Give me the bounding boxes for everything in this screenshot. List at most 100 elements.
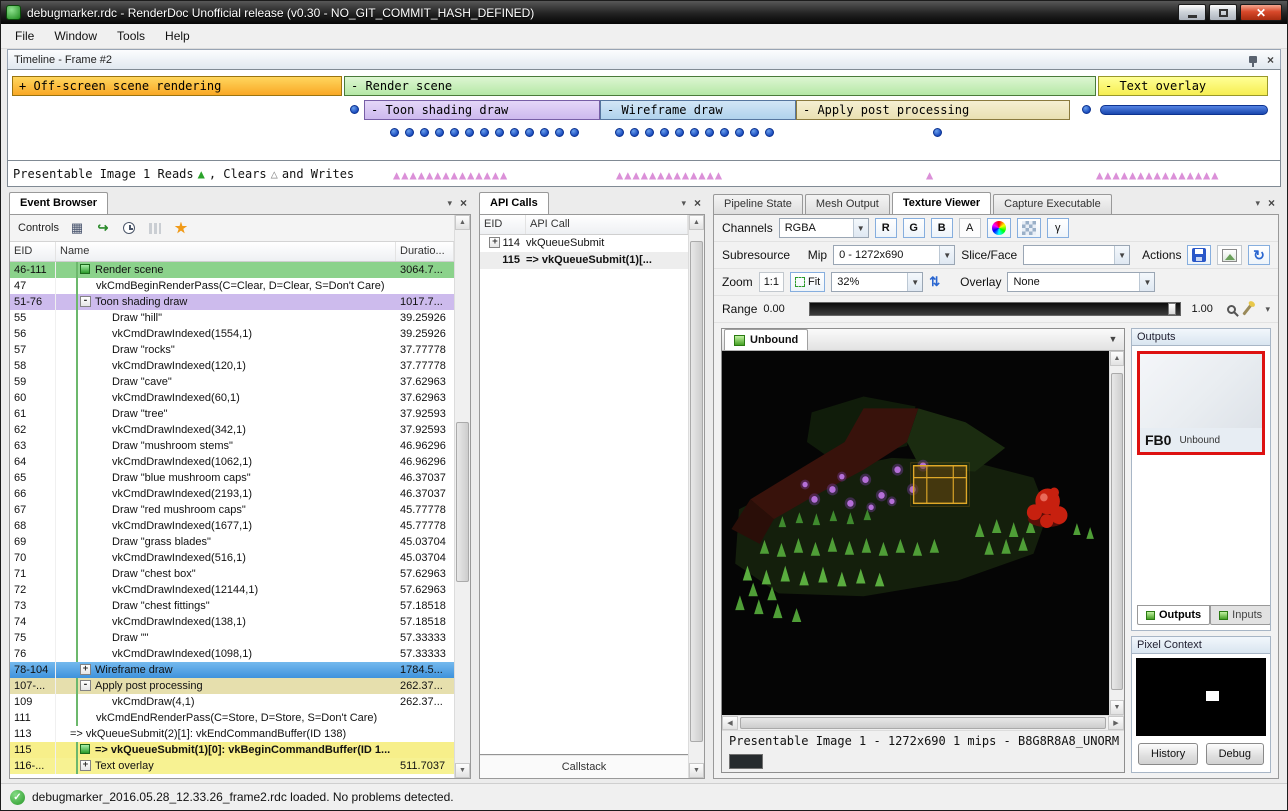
expander-icon[interactable]: - [80,296,91,307]
pin-icon[interactable] [1249,56,1257,63]
clear-triangle-icon[interactable]: △ [271,168,278,180]
menu-item[interactable]: File [5,25,44,47]
event-row[interactable]: 63 Draw "mushroom stems" 46.96296 [10,438,454,454]
alpha-channel-button[interactable]: A [959,218,981,238]
panel-close-icon[interactable]: × [460,197,467,209]
colorwheel-button[interactable] [987,218,1011,238]
tab-event-browser[interactable]: Event Browser [9,192,108,214]
texture-vertical-scrollbar[interactable]: ▲ ▼ [1109,351,1124,715]
event-row[interactable]: 71 Draw "chest box" 57.62963 [10,566,454,582]
event-row[interactable]: 69 Draw "grass blades" 45.03704 [10,534,454,550]
open-image-button[interactable] [1217,245,1242,265]
event-row[interactable]: 61 Draw "tree" 37.92593 [10,406,454,422]
range-slider[interactable] [809,302,1181,316]
event-row[interactable]: 75 Draw "" 57.33333 [10,630,454,646]
dock-tab[interactable]: Pipeline State [713,194,803,214]
writes-triangle-group[interactable]: ▲▲▲▲▲▲▲▲▲▲▲▲▲▲▲ [1096,169,1220,181]
texture-tab-unbound[interactable]: Unbound [724,329,808,350]
event-row[interactable]: 72 vkCmdDrawIndexed(12144,1) 57.62963 [10,582,454,598]
event-row[interactable]: 109 vkCmdDraw(4,1) 262.37... [10,694,454,710]
column-duration[interactable]: Duratio... [396,242,454,261]
close-button[interactable]: ✕ [1240,4,1282,21]
pixel-context-view[interactable] [1136,658,1266,736]
timeline-bar-toon-shading[interactable]: - Toon shading draw [364,100,600,120]
timeline-toggle-icon[interactable]: ▦ [69,220,85,236]
scrollbar-thumb[interactable] [740,717,1106,729]
dock-tab[interactable]: Texture Viewer [892,192,991,214]
column-api-call[interactable]: API Call [526,215,688,234]
callstack-section[interactable]: Callstack [480,754,688,778]
draw-marker-dot[interactable] [1082,105,1091,114]
menu-item[interactable]: Help [155,25,200,47]
stats-icon[interactable] [147,220,163,236]
scroll-up-icon[interactable]: ▲ [455,215,470,230]
column-eid[interactable]: EID [480,215,526,234]
menu-item[interactable]: Window [44,25,107,47]
timeline-bar-text-overlay[interactable]: - Text overlay [1098,76,1268,96]
api-calls-scrollbar[interactable]: ▲ ▼ [688,215,704,778]
event-row[interactable]: 116-... +Text overlay 511.7037 [10,758,454,774]
read-triangle-icon[interactable]: ▲ [198,168,205,180]
scrollbar-thumb[interactable] [1111,373,1123,690]
writes-triangle-group[interactable]: ▲ [926,169,934,181]
event-row[interactable]: 57 Draw "rocks" 37.77778 [10,342,454,358]
event-row[interactable]: 115 => vkQueueSubmit(1)[0]: vkBeginComma… [10,742,454,758]
range-options-icon[interactable]: ▾ [1265,304,1270,315]
writes-triangle-group[interactable]: ▲▲▲▲▲▲▲▲▲▲▲▲▲▲ [393,169,508,181]
tab-inputs[interactable]: Inputs [1210,605,1271,625]
expander-icon[interactable]: - [80,680,91,691]
minimize-button[interactable] [1178,4,1206,21]
mip-select[interactable]: 0 - 1272x690▼ [833,245,955,265]
event-row[interactable]: 107-... -Apply post processing 262.37... [10,678,454,694]
event-row[interactable]: 60 vkCmdDrawIndexed(60,1) 37.62963 [10,390,454,406]
timeline-bar-offscreen[interactable]: + Off-screen scene rendering [12,76,342,96]
wireframe-draw-dots[interactable] [615,128,774,137]
column-eid[interactable]: EID [10,242,56,261]
scroll-right-icon[interactable]: ▶ [1108,716,1124,730]
range-min-value[interactable]: 0.00 [763,303,803,315]
event-row[interactable]: 111 vkCmdEndRenderPass(C=Store, D=Store,… [10,710,454,726]
event-row[interactable]: 68 vkCmdDrawIndexed(1677,1) 45.77778 [10,518,454,534]
dock-tab[interactable]: Capture Executable [993,194,1112,214]
dock-menu-icon[interactable]: ▾ [1255,198,1260,209]
event-row[interactable]: 64 vkCmdDrawIndexed(1062,1) 46.96296 [10,454,454,470]
tab-api-calls[interactable]: API Calls [479,192,549,214]
export-icon[interactable]: ↪ [95,220,111,236]
event-row[interactable]: 76 vkCmdDrawIndexed(1098,1) 57.33333 [10,646,454,662]
scroll-up-icon[interactable]: ▲ [1110,351,1124,366]
post-processing-draw-dots[interactable] [933,128,942,137]
api-call-row[interactable]: 115 => vkQueueSubmit(1)[... [480,252,688,269]
event-row[interactable]: 78-104 +Wireframe draw 1784.5... [10,662,454,678]
background-button[interactable] [1017,218,1041,238]
event-row[interactable]: 59 Draw "cave" 37.62963 [10,374,454,390]
scrollbar-thumb[interactable] [690,241,703,742]
texture-list-dropdown-icon[interactable]: ▼ [1104,330,1122,348]
text-overlay-draw-range[interactable] [1100,105,1268,115]
scroll-down-icon[interactable]: ▼ [689,763,704,778]
timeline-bar-render-scene[interactable]: - Render scene [344,76,1096,96]
event-browser-scrollbar[interactable]: ▲ ▼ [454,215,470,778]
event-row[interactable]: 70 vkCmdDrawIndexed(516,1) 45.03704 [10,550,454,566]
timeline-bar-post-processing[interactable]: - Apply post processing [796,100,1070,120]
event-row[interactable]: 51-76 -Toon shading draw 1017.7... [10,294,454,310]
save-texture-button[interactable] [1187,245,1210,265]
maximize-button[interactable] [1209,4,1237,21]
red-channel-button[interactable]: R [875,218,897,238]
api-call-row[interactable]: +114 vkQueueSubmit [480,235,688,252]
expander-icon[interactable]: + [489,237,500,248]
event-row[interactable]: 47 vkCmdBeginRenderPass(C=Clear, D=Clear… [10,278,454,294]
scrollbar-thumb[interactable] [456,422,469,582]
event-row[interactable]: 66 vkCmdDrawIndexed(2193,1) 46.37037 [10,486,454,502]
gamma-button[interactable]: γ [1047,218,1069,238]
zoom-1-1-button[interactable]: 1:1 [759,272,784,292]
zoom-fit-button[interactable]: Fit [790,272,825,292]
menu-item[interactable]: Tools [107,25,155,47]
event-row[interactable]: 73 Draw "chest fittings" 57.18518 [10,598,454,614]
fb0-thumbnail[interactable]: FB0 Unbound [1137,351,1265,455]
history-button[interactable]: History [1138,743,1198,765]
panel-close-icon[interactable]: × [1268,197,1275,209]
column-name[interactable]: Name [56,242,396,261]
expander-icon[interactable]: + [80,664,91,675]
zoom-range-icon[interactable] [1227,305,1236,314]
flip-y-icon[interactable]: ⇅ [929,274,940,290]
